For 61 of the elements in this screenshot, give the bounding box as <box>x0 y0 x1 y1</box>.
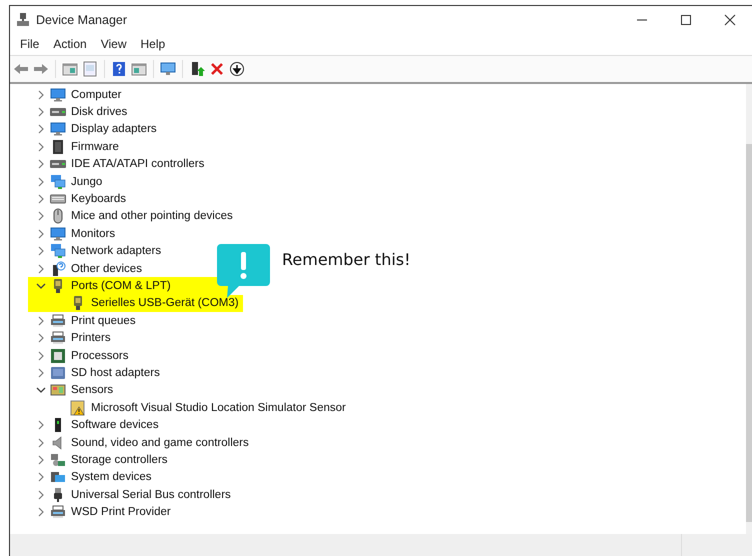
network-icon <box>50 243 66 260</box>
forward-icon[interactable] <box>33 61 49 77</box>
tree-item[interactable]: Monitors <box>71 228 116 240</box>
tree-item[interactable]: Display adapters <box>71 123 157 136</box>
tree-item[interactable]: WSD Print Provider <box>71 506 171 518</box>
panel-icon[interactable] <box>131 61 147 77</box>
printer-icon <box>50 330 66 346</box>
menu-item[interactable]: File <box>13 37 46 51</box>
sensor-panel-icon <box>50 382 66 398</box>
scrollbar[interactable] <box>746 84 752 534</box>
menu-item[interactable]: View <box>94 37 134 51</box>
tree-item[interactable]: Processors <box>71 350 129 362</box>
tree-item[interactable]: Network adapters <box>71 245 162 258</box>
tree-item[interactable]: Printers <box>71 332 111 344</box>
tree-item[interactable]: Print queues <box>71 314 136 327</box>
menu-item[interactable]: Help <box>134 37 172 51</box>
printer-icon <box>50 312 66 329</box>
panel-icon[interactable] <box>62 61 78 77</box>
tree-item[interactable]: Sound, video and game controllers <box>71 436 249 448</box>
back-icon[interactable] <box>13 61 29 77</box>
question-device-icon <box>50 260 66 277</box>
tree-item[interactable]: Computer <box>71 88 122 101</box>
storage-icon <box>50 452 66 468</box>
tree-item[interactable]: Other devices <box>71 262 142 275</box>
processor-chip-icon <box>50 348 66 364</box>
tree-item[interactable]: Mice and other pointing devices <box>71 210 233 222</box>
tree-item[interactable]: IDE ATA/ATAPI controllers <box>71 158 204 170</box>
tree-item[interactable]: Disk drives <box>71 106 128 118</box>
tree-item[interactable]: Firmware <box>71 140 119 153</box>
monitor-icon <box>50 226 66 242</box>
x-icon[interactable] <box>209 61 225 77</box>
tree-item[interactable]: Sensors <box>71 384 114 396</box>
maximize-icon[interactable] <box>680 14 692 26</box>
monitor-icon <box>50 121 66 138</box>
tree-item[interactable]: Storage controllers <box>71 454 168 466</box>
printer-icon <box>50 504 66 520</box>
tree-item[interactable]: Keyboards <box>71 193 126 206</box>
network-icon <box>50 174 66 190</box>
tree-item[interactable]: Ports (COM & LPT) <box>71 280 171 292</box>
tree-item[interactable]: Software devices <box>71 419 159 432</box>
chip-icon <box>50 138 66 155</box>
warning-icon <box>70 400 86 416</box>
close-icon[interactable] <box>724 14 736 26</box>
tree-item[interactable]: Serielles USB-Gerät (COM3) <box>91 297 239 310</box>
exclamation-callout-icon <box>217 244 270 298</box>
help-icon[interactable] <box>111 61 127 77</box>
app-icon <box>16 12 30 26</box>
properties-icon[interactable] <box>82 61 98 77</box>
device-arrow-icon[interactable] <box>189 61 205 77</box>
window-title: Device Manager <box>36 12 128 26</box>
tree-item[interactable]: Jungo <box>71 176 102 188</box>
menu-item[interactable]: Action <box>46 37 94 51</box>
tree-item[interactable]: Universal Serial Bus controllers <box>71 488 231 501</box>
card-icon <box>50 364 66 381</box>
monitor-icon[interactable] <box>160 61 176 77</box>
monitor-icon <box>50 86 66 103</box>
tree-item[interactable]: Microsoft Visual Studio Location Simulator Sensor <box>91 402 346 414</box>
tree-item[interactable]: System devices <box>71 471 152 484</box>
down-arrow-circle-icon[interactable] <box>229 61 245 77</box>
callout-text: Remember this! <box>282 250 411 269</box>
tree-item[interactable]: SD host adapters <box>71 366 160 379</box>
